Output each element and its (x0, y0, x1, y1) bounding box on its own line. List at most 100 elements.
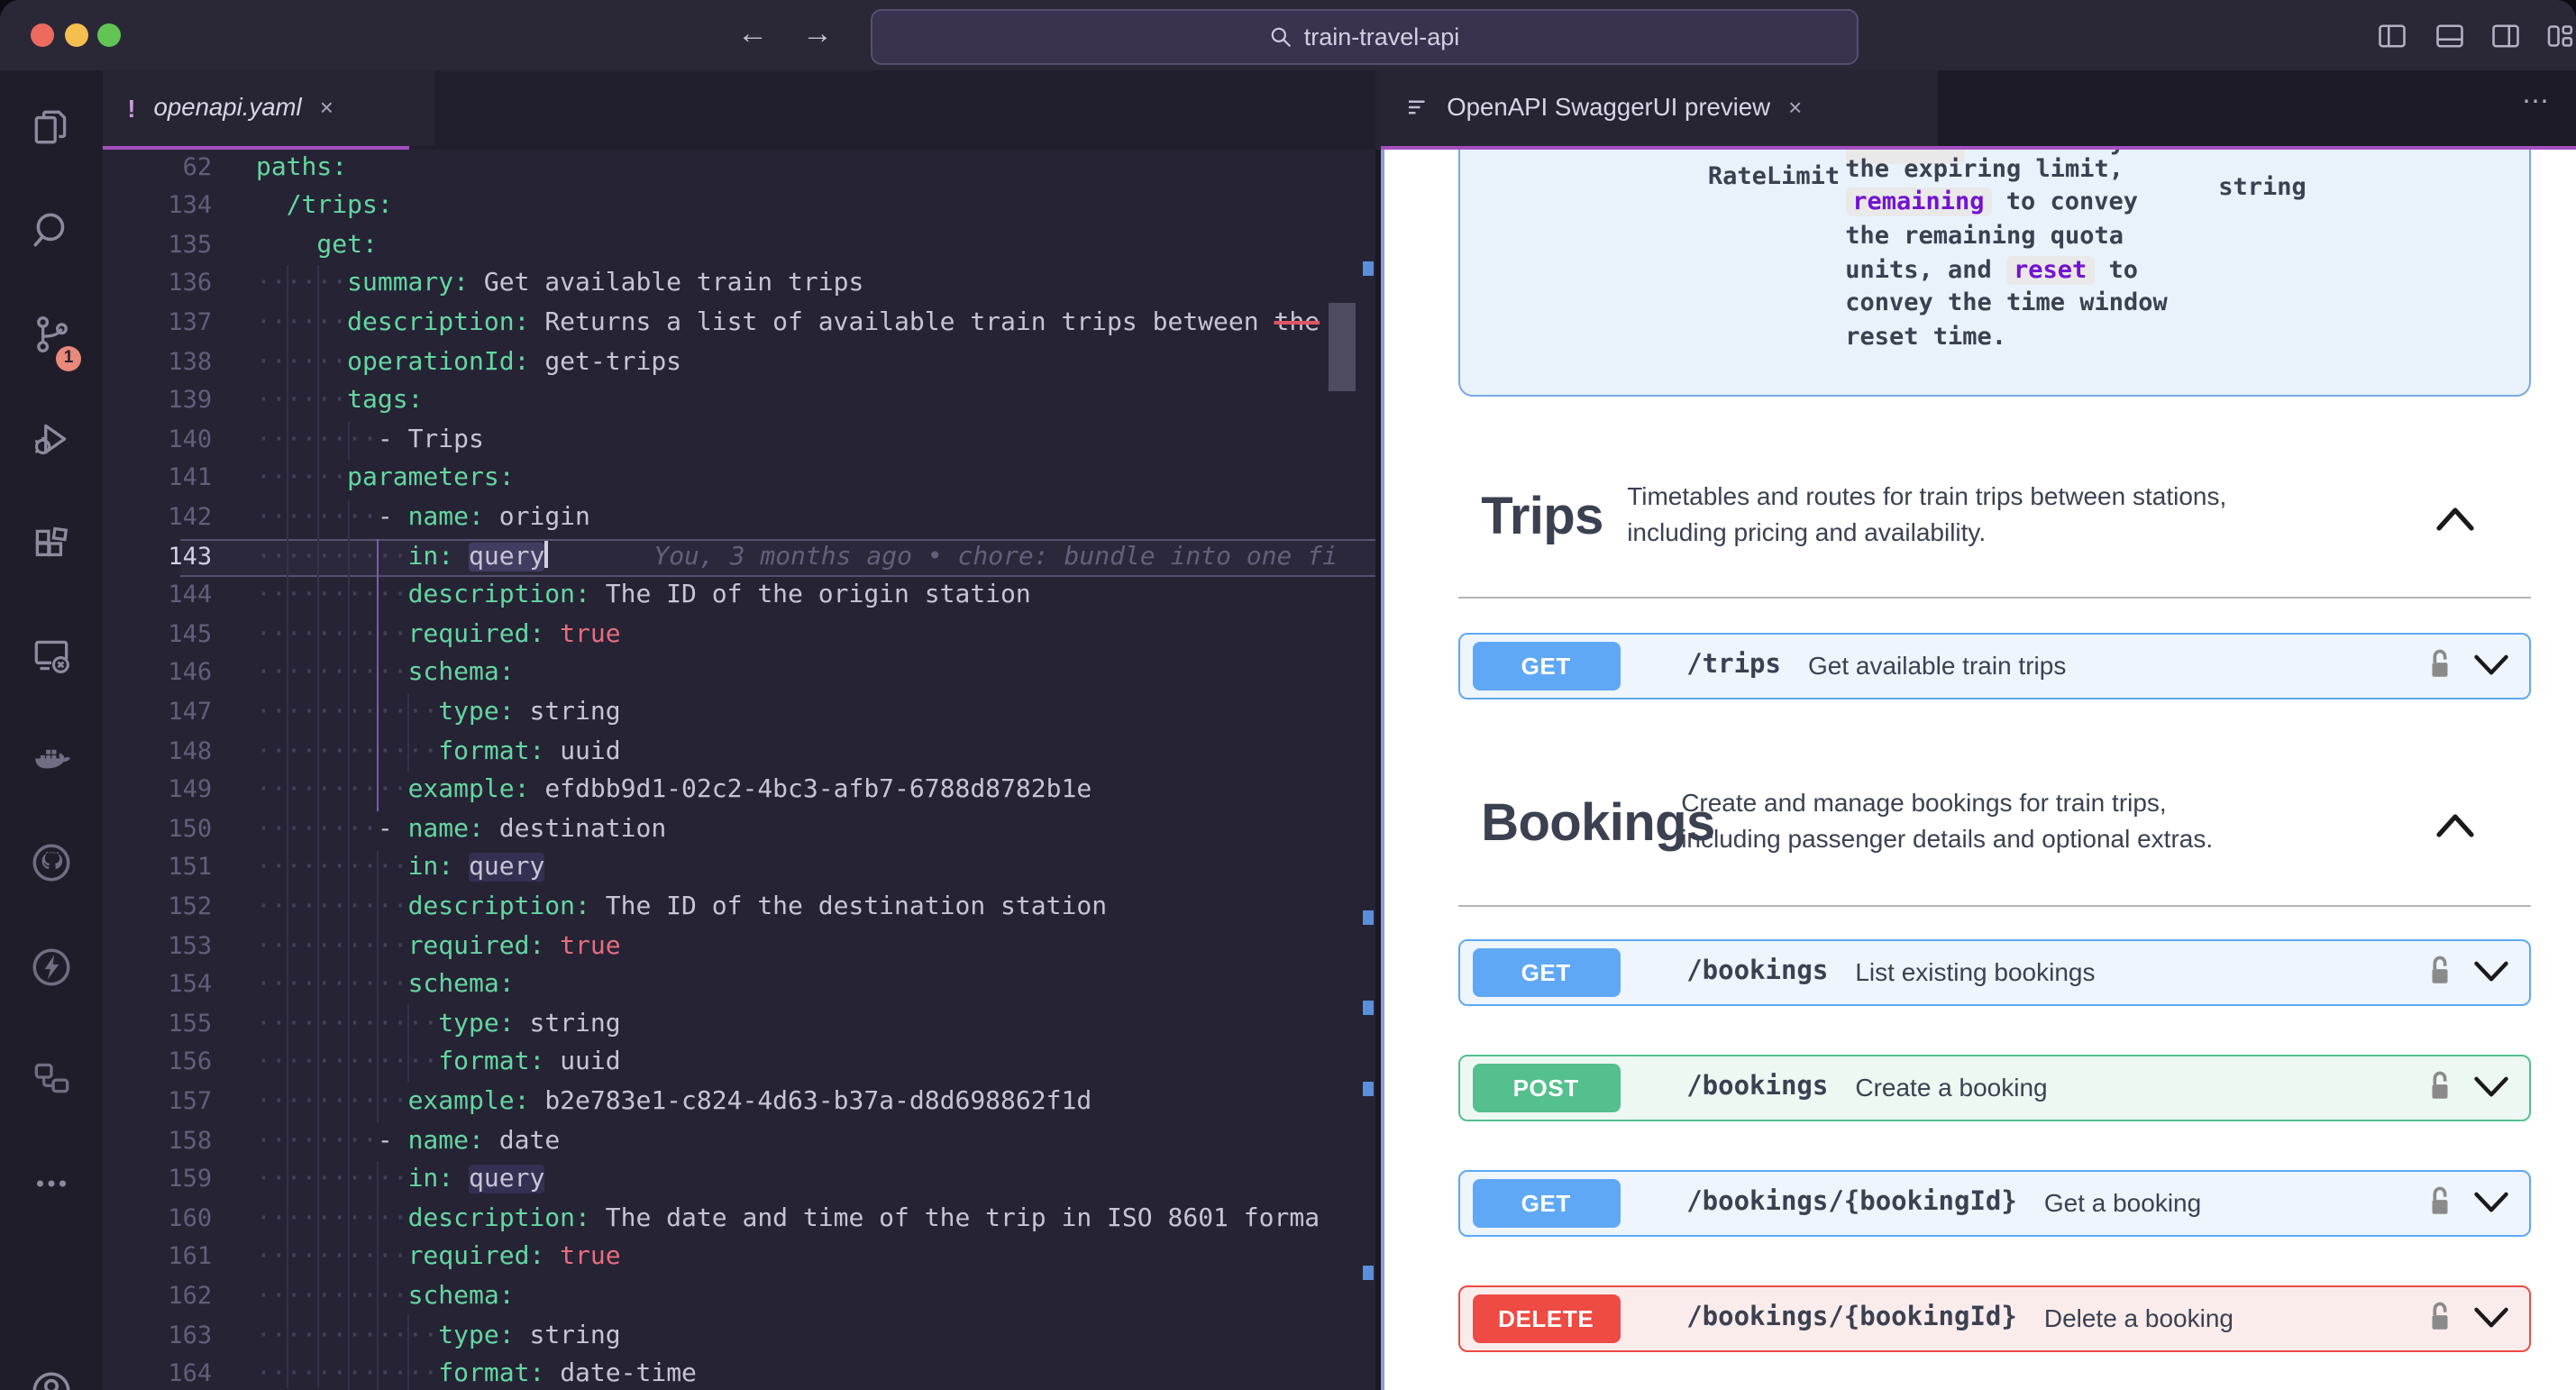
forward-arrow[interactable]: → (802, 16, 833, 52)
expand-chevron-down-icon[interactable] (2471, 959, 2510, 984)
code-line-149[interactable]: 149 ··········example: efdbb9d1-02c2-4bc3… (102, 773, 1375, 811)
code-line-134[interactable]: 134 /trips: (102, 188, 1375, 227)
code-line-141[interactable]: 141 ······parameters: (102, 461, 1375, 499)
layout-panel-icon[interactable] (2434, 20, 2466, 52)
section-divider (1457, 596, 2531, 599)
inline-code-chip: remaining (1845, 187, 1992, 217)
layout-sidebar-left-icon[interactable] (2376, 20, 2408, 52)
zoom-window-button[interactable] (97, 23, 121, 47)
code-line-144[interactable]: 144 ··········description: The ID of the … (102, 578, 1375, 617)
code-line-159[interactable]: 159 ··········in: query (102, 1162, 1375, 1201)
section-title-bookings[interactable]: Bookings (1481, 794, 1715, 854)
code-line-152[interactable]: 152 ··········description: The ID of the … (102, 889, 1375, 928)
code-text: ········- name: destination (255, 814, 667, 844)
code-line-161[interactable]: 161 ··········required: true (102, 1239, 1375, 1278)
code-line-158[interactable]: 158 ········- name: date (102, 1122, 1375, 1161)
code-line-160[interactable]: 160 ··········description: The date and t… (102, 1201, 1375, 1239)
thunder-client-icon[interactable] (29, 945, 74, 990)
code-line-135[interactable]: 135 get: (102, 227, 1375, 266)
operation-row-get--bookings-bookingId-[interactable]: GET /bookings/{bookingId} Get a booking (1457, 1169, 2531, 1237)
unlocked-padlock-icon[interactable] (2424, 1067, 2454, 1107)
code-line-147[interactable]: 147 ············type: string (102, 694, 1375, 733)
github-icon[interactable] (29, 840, 74, 885)
code-text: ··········schema: (255, 658, 515, 688)
code-line-164[interactable]: 164 ············format: date-time (102, 1357, 1375, 1390)
more-actions-icon[interactable]: ⋯ (2522, 85, 2551, 117)
code-line-153[interactable]: 153 ··········required: true (102, 928, 1375, 966)
line-number: 156 (168, 1047, 213, 1077)
code-line-145[interactable]: 145 ··········required: true (102, 617, 1375, 655)
operation-path: /bookings/{bookingId} (1686, 1303, 2017, 1333)
code-line-154[interactable]: 154 ··········schema: (102, 967, 1375, 1006)
unlocked-padlock-icon[interactable] (2424, 1298, 2454, 1338)
expand-chevron-down-icon[interactable] (2471, 1190, 2510, 1215)
line-number: 136 (168, 269, 213, 298)
line-number: 143 (168, 542, 213, 572)
operation-row-get--bookings[interactable]: GET /bookings List existing bookings (1457, 938, 2531, 1006)
close-window-button[interactable] (31, 23, 54, 47)
expand-chevron-down-icon[interactable] (2471, 653, 2510, 678)
explorer-icon[interactable] (29, 105, 74, 150)
expand-chevron-down-icon[interactable] (2471, 1305, 2510, 1331)
error-indicator-icon: ! (127, 93, 136, 123)
search-icon[interactable] (29, 207, 74, 252)
panel-edge-line (1380, 149, 1384, 1390)
tab-openapi-preview[interactable]: OpenAPI SwaggerUI preview × (1380, 70, 1938, 146)
flowchart-icon[interactable] (29, 1055, 74, 1100)
operation-summary: List existing bookings (1855, 957, 2096, 987)
line-number: 164 (168, 1359, 213, 1389)
code-line-150[interactable]: 150 ········- name: destination (102, 811, 1375, 850)
operation-row-get--trips[interactable]: GET /trips Get available train trips (1457, 632, 2531, 700)
docker-icon[interactable] (29, 737, 74, 782)
command-center-search[interactable]: train-travel-api (871, 9, 1859, 65)
code-line-151[interactable]: 151 ··········in: query (102, 850, 1375, 889)
code-line-139[interactable]: 139 ······tags: (102, 383, 1375, 422)
back-arrow[interactable]: ← (737, 16, 768, 52)
close-icon[interactable]: × (1788, 95, 1802, 122)
code-line-137[interactable]: 137 ······description: Returns a list of … (102, 305, 1375, 343)
code-line-140[interactable]: 140 ········- Trips (102, 422, 1375, 461)
code-line-142[interactable]: 142 ········- name: origin (102, 499, 1375, 538)
section-divider (1457, 904, 2531, 908)
tab-openapi-yaml[interactable]: ! openapi.yaml × (102, 70, 434, 146)
unlocked-padlock-icon[interactable] (2424, 1183, 2454, 1222)
editor-scrollbar-thumb[interactable] (1328, 302, 1356, 391)
overview-ruler-mark (1362, 910, 1374, 925)
layout-customize-icon[interactable] (2544, 20, 2576, 52)
code-line-162[interactable]: 162 ··········schema: (102, 1278, 1375, 1317)
line-number: 147 (168, 698, 213, 727)
code-line-156[interactable]: 156 ············format: uuid (102, 1045, 1375, 1084)
operation-row-post--bookings[interactable]: POST /bookings Create a booking (1457, 1054, 2531, 1121)
line-number: 140 (168, 425, 213, 454)
unlocked-padlock-icon[interactable] (2424, 645, 2454, 685)
line-number: 148 (168, 736, 213, 766)
unlocked-padlock-icon[interactable] (2424, 952, 2454, 992)
close-icon[interactable]: × (320, 95, 333, 122)
code-line-157[interactable]: 157 ··········example: b2e783e1-c824-4d63… (102, 1084, 1375, 1122)
minimize-window-button[interactable] (64, 23, 87, 47)
account-icon[interactable] (29, 1368, 74, 1390)
code-text: ······summary: Get available train trips (255, 269, 864, 298)
section-title-trips[interactable]: Trips (1481, 488, 1603, 547)
code-text: ··········description: The date and time… (255, 1203, 1320, 1233)
run-debug-icon[interactable] (29, 416, 74, 462)
code-line-155[interactable]: 155 ············type: string (102, 1006, 1375, 1045)
extensions-icon[interactable] (29, 523, 74, 568)
code-line-62[interactable]: 62 paths: (102, 149, 1375, 187)
remote-explorer-icon[interactable] (29, 633, 74, 678)
code-editor[interactable]: 62 paths: 134 /trips: 135 get: 136 ······summ… (102, 149, 1375, 1390)
operation-row-delete--bookings-bookingId-[interactable]: DELETE /bookings/{bookingId} Delete a bo… (1457, 1285, 2531, 1352)
code-line-143[interactable]: 143 ··········in: query You, 3 months ago … (102, 538, 1375, 577)
code-text: ··········required: true (255, 1242, 621, 1272)
code-line-146[interactable]: 146 ··········schema: (102, 655, 1375, 694)
operation-path: /trips (1686, 651, 1781, 681)
collapse-chevron-up-icon[interactable] (2433, 504, 2476, 531)
more-icon[interactable] (29, 1161, 74, 1206)
layout-sidebar-right-icon[interactable] (2489, 20, 2522, 52)
code-line-148[interactable]: 148 ············format: uuid (102, 733, 1375, 772)
expand-chevron-down-icon[interactable] (2471, 1075, 2510, 1100)
code-line-136[interactable]: 136 ······summary: Get available train tr… (102, 266, 1375, 305)
collapse-chevron-up-icon[interactable] (2433, 810, 2476, 837)
code-line-138[interactable]: 138 ······operationId: get-trips (102, 343, 1375, 382)
code-line-163[interactable]: 163 ············type: string (102, 1317, 1375, 1356)
